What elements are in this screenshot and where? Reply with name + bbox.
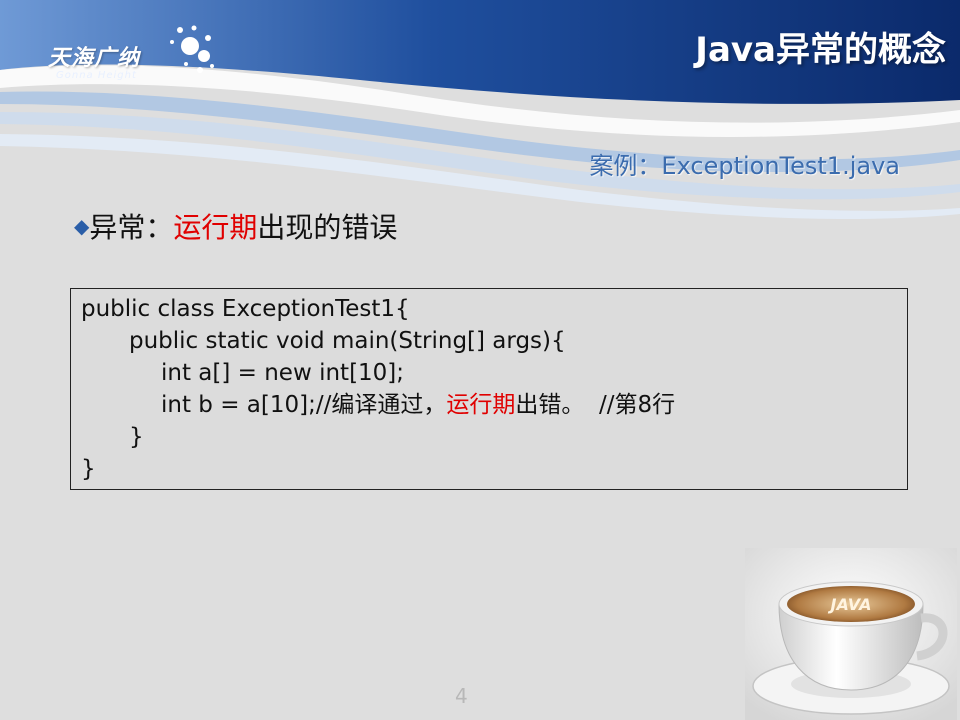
code-block: public class ExceptionTest1{ public stat…	[70, 288, 908, 490]
bullet-prefix: 异常：	[89, 211, 174, 244]
diamond-bullet-icon: ◆	[74, 214, 90, 238]
code-line-1: public class ExceptionTest1{	[81, 296, 410, 322]
logo-main-text: 天海广纳	[48, 46, 141, 71]
page-number: 4	[455, 684, 468, 708]
code-line-4-suffix: 出错。 //第8行	[515, 392, 676, 418]
slide: 天海广纳 Gonna Height Java异常的概念 案例：Exception…	[0, 0, 960, 720]
code-line-6: }	[81, 456, 96, 482]
slide-title: Java异常的概念	[695, 30, 946, 70]
code-line-2: public static void main(String[] args){	[129, 328, 566, 354]
logo-dots-icon	[170, 25, 214, 73]
code-line-5: }	[129, 424, 144, 450]
logo-sub-text: Gonna Height	[56, 70, 137, 81]
code-line-4: int b = a[10];//编译通过，运行期出错。 //第8行	[81, 389, 897, 421]
code-line-3: int a[] = new int[10];	[161, 360, 405, 386]
bullet-suffix: 出现的错误	[257, 211, 398, 244]
code-line-4-highlight: 运行期	[446, 392, 516, 418]
bullet-point: ◆异常：运行期出现的错误	[74, 206, 397, 246]
java-coffee-cup-image: JAVA	[745, 548, 957, 720]
example-subtitle: 案例：ExceptionTest1.java	[589, 152, 900, 180]
code-line-4-prefix: int b = a[10];//编译通过，	[161, 392, 447, 418]
bullet-highlight: 运行期	[173, 211, 258, 244]
company-logo: 天海广纳 Gonna Height	[48, 20, 218, 90]
cup-latte-text: JAVA	[828, 595, 872, 614]
